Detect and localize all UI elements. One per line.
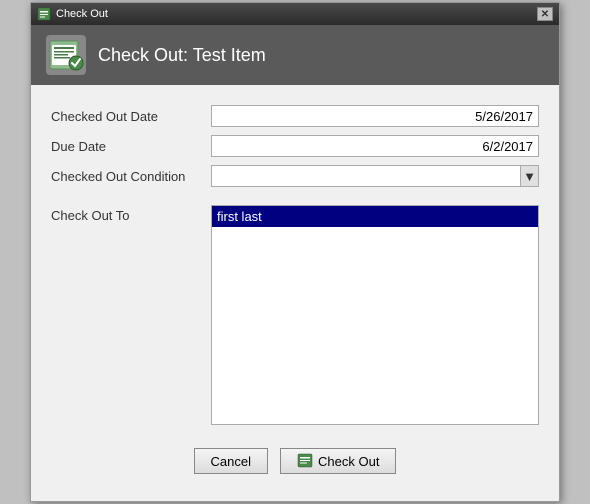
checkout-button[interactable]: Check Out [280,448,396,474]
checked-out-condition-dropdown[interactable]: ▼ [211,165,539,187]
title-bar-text: Check Out [56,8,108,20]
header-title: Check Out: Test Item [98,45,266,66]
close-button[interactable]: ✕ [537,7,553,21]
checked-out-date-row: Checked Out Date [51,105,539,127]
header-bar: Check Out: Test Item [31,25,559,85]
due-date-label: Due Date [51,139,211,154]
check-out-to-label: Check Out To [51,205,211,223]
checkout-label: Check Out [318,454,379,469]
spacer [51,195,539,205]
checkout-icon [297,452,313,471]
title-bar-left: Check Out [37,7,108,21]
checked-out-date-input[interactable] [211,105,539,127]
checked-out-date-label: Checked Out Date [51,109,211,124]
cancel-button[interactable]: Cancel [194,448,268,474]
checked-out-condition-row: Checked Out Condition ▼ [51,165,539,187]
checked-out-condition-label: Checked Out Condition [51,169,211,184]
form-content: Checked Out Date Due Date Checked Out Co… [31,85,559,501]
list-item[interactable]: first last [212,206,538,227]
window-icon [37,7,51,21]
header-icon [46,35,86,75]
checkout-dialog: Check Out ✕ Check Out: Test Item Checked… [30,2,560,502]
title-bar: Check Out ✕ [31,3,559,25]
checked-out-condition-field[interactable] [212,166,520,186]
due-date-row: Due Date [51,135,539,157]
cancel-label: Cancel [211,454,251,469]
check-out-to-list[interactable]: first last [211,205,539,425]
dropdown-arrow-icon[interactable]: ▼ [520,166,538,186]
check-out-to-row: Check Out To first last [51,205,539,425]
due-date-input[interactable] [211,135,539,157]
buttons-row: Cancel Check Out [51,440,539,486]
